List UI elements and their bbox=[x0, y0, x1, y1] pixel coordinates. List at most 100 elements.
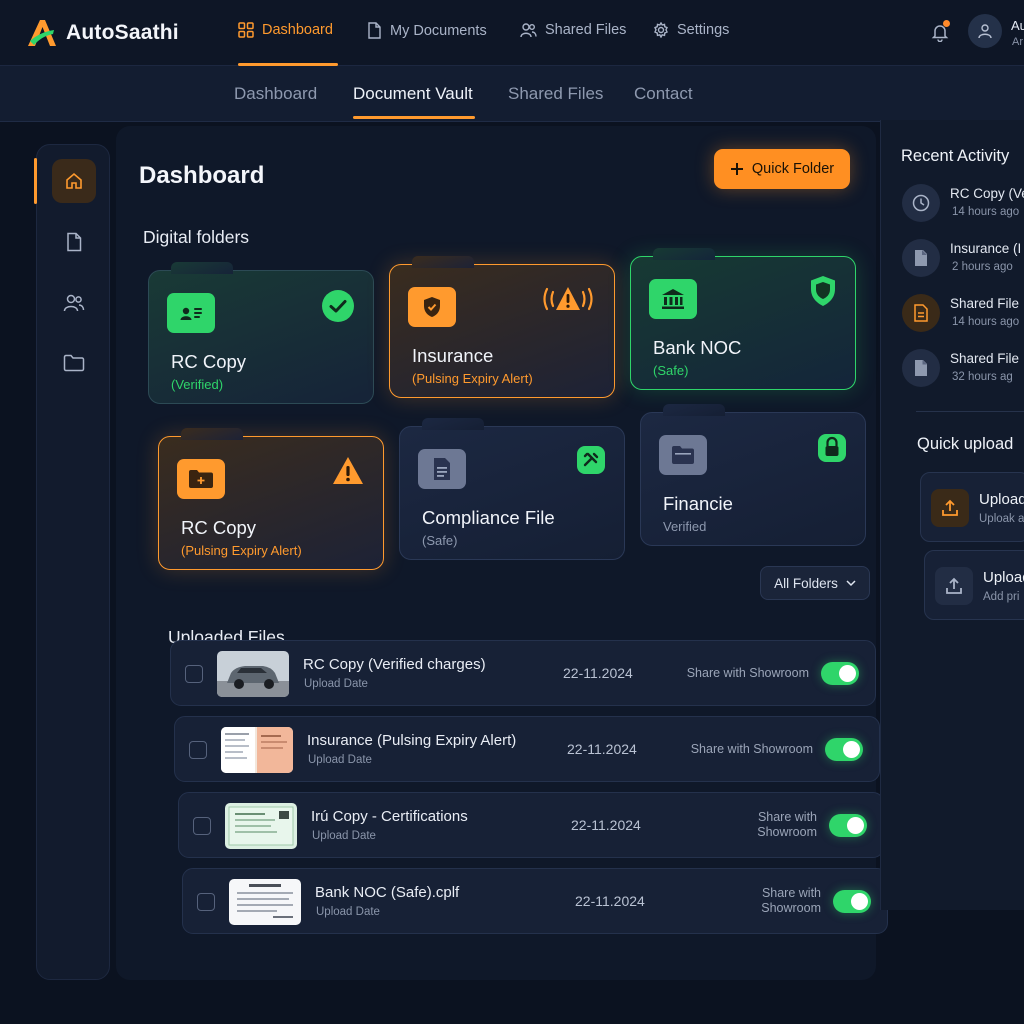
upload-subtitle: Uploak a bbox=[979, 513, 1024, 525]
table-row[interactable]: Bank NOC (Safe).cplf Upload Date 22-11.2… bbox=[182, 868, 888, 934]
row-checkbox[interactable] bbox=[185, 665, 203, 683]
file-date: 22-11.2024 bbox=[575, 893, 645, 909]
tools-icon bbox=[576, 445, 606, 475]
folder-card-financie[interactable]: Financie Verified bbox=[640, 404, 866, 546]
topnav-shared-files[interactable]: Shared Files bbox=[520, 22, 626, 38]
app-name: AutoSaathi bbox=[66, 21, 179, 44]
activity-title: Insurance (I bbox=[950, 241, 1022, 256]
topnav-label: Dashboard bbox=[262, 22, 333, 38]
all-folders-dropdown[interactable]: All Folders bbox=[760, 566, 870, 600]
avatar[interactable] bbox=[968, 14, 1002, 48]
upload-title: Upload bbox=[979, 491, 1024, 508]
file-name: Insurance (Pulsing Expiry Alert) bbox=[307, 732, 517, 749]
rail-documents-button[interactable] bbox=[52, 220, 96, 264]
folder-plus-icon bbox=[177, 459, 225, 499]
activity-item[interactable]: Insurance (I 2 hours ago bbox=[902, 237, 1024, 281]
dropdown-selected-value: All Folders bbox=[774, 575, 838, 591]
activity-time: 32 hours ag bbox=[952, 371, 1013, 383]
quick-folder-button[interactable]: Quick Folder bbox=[714, 149, 850, 189]
folder-card-rc-copy[interactable]: RC Copy (Verified) bbox=[148, 262, 374, 404]
share-label: Share with Showroom bbox=[690, 742, 813, 756]
side-rail bbox=[36, 144, 110, 980]
rail-users-button[interactable] bbox=[52, 281, 96, 325]
file-name: RC Copy (Verified charges) bbox=[303, 656, 486, 673]
notification-dot bbox=[943, 20, 950, 27]
folder-tab bbox=[412, 256, 474, 268]
top-navigation: AutoSaathi Dashboard My Documents Shared… bbox=[0, 0, 1024, 66]
upload-add-card[interactable]: Upload Add pri bbox=[924, 550, 1024, 620]
file-upload-date-label: Upload Date bbox=[316, 906, 380, 918]
folder-card-bank-noc[interactable]: Bank NOC (Safe) bbox=[630, 248, 856, 390]
app-logo[interactable]: AutoSaathi bbox=[26, 18, 179, 48]
tab-document-vault[interactable]: Document Vault bbox=[353, 84, 473, 104]
file-upload-date-label: Upload Date bbox=[304, 678, 368, 690]
toggle-knob bbox=[847, 817, 864, 834]
share-label: Share with Showroom bbox=[761, 886, 821, 915]
folder-card-rc-copy-alert[interactable]: RC Copy (Pulsing Expiry Alert) bbox=[158, 428, 384, 570]
upload-document-card[interactable]: Upload Uploak a bbox=[920, 472, 1024, 542]
row-checkbox[interactable] bbox=[197, 893, 215, 911]
topnav-label: Settings bbox=[677, 22, 730, 38]
divider bbox=[916, 411, 1024, 412]
folder-name: RC Copy bbox=[181, 517, 257, 538]
noc-document-thumbnail bbox=[229, 879, 301, 925]
tab-shared-files[interactable]: Shared Files bbox=[508, 84, 603, 104]
file-date: 22-11.2024 bbox=[563, 665, 633, 681]
user-role: Ar bbox=[1012, 36, 1023, 48]
topnav-label: My Documents bbox=[390, 22, 487, 39]
user-name: Au bbox=[1011, 18, 1024, 33]
user-icon bbox=[977, 23, 993, 39]
rail-home-button[interactable] bbox=[52, 159, 96, 203]
folder-name: Compliance File bbox=[422, 507, 555, 528]
upload-subtitle: Add pri bbox=[983, 591, 1020, 603]
chevron-down-icon bbox=[846, 579, 856, 587]
share-toggle[interactable] bbox=[821, 662, 859, 685]
table-row[interactable]: RC Copy (Verified charges) Upload Date 2… bbox=[170, 640, 876, 706]
row-checkbox[interactable] bbox=[189, 741, 207, 759]
warning-icon bbox=[331, 455, 365, 487]
share-toggle[interactable] bbox=[825, 738, 863, 761]
activity-item[interactable]: Shared File 14 hours ago bbox=[902, 292, 1024, 336]
table-row[interactable]: Insurance (Pulsing Expiry Alert) Upload … bbox=[174, 716, 880, 782]
folder-name: Financie bbox=[663, 493, 733, 514]
folder-icon bbox=[659, 435, 707, 475]
folder-tab bbox=[663, 404, 725, 416]
folder-card-compliance-file[interactable]: Compliance File (Safe) bbox=[399, 418, 625, 560]
share-toggle[interactable] bbox=[833, 890, 871, 913]
upload-title: Upload bbox=[983, 569, 1024, 586]
toggle-knob bbox=[843, 741, 860, 758]
folder-card-insurance[interactable]: Insurance (Pulsing Expiry Alert) bbox=[389, 256, 615, 398]
row-checkbox[interactable] bbox=[193, 817, 211, 835]
rail-folders-button[interactable] bbox=[52, 341, 96, 385]
upload-icon bbox=[935, 567, 973, 605]
tab-contact[interactable]: Contact bbox=[634, 84, 693, 104]
table-row[interactable]: Irú Copy - Certifications Upload Date 22… bbox=[178, 792, 884, 858]
id-card-folder-icon bbox=[167, 293, 215, 333]
file-date: 22-11.2024 bbox=[571, 817, 641, 833]
recent-activity-title: Recent Activity bbox=[901, 147, 1010, 165]
gear-icon bbox=[653, 22, 669, 38]
topnav-settings[interactable]: Settings bbox=[653, 22, 729, 38]
activity-time: 14 hours ago bbox=[952, 316, 1020, 328]
share-label: Share with Showroom bbox=[757, 810, 817, 839]
document-icon bbox=[367, 22, 382, 39]
topnav-dashboard[interactable]: Dashboard bbox=[238, 22, 333, 38]
shield-folder-icon bbox=[408, 287, 456, 327]
activity-title: Shared File bbox=[950, 351, 1020, 366]
folder-name: RC Copy bbox=[171, 351, 247, 372]
folder-status: (Safe) bbox=[422, 533, 458, 548]
folder-tab bbox=[653, 248, 715, 260]
activity-item[interactable]: RC Copy (Ve 14 hours ago bbox=[902, 182, 1024, 226]
activity-title: Shared File bbox=[950, 296, 1020, 311]
folder-status: (Pulsing Expiry Alert) bbox=[412, 371, 533, 386]
insurance-document-thumbnail bbox=[221, 727, 293, 773]
autosaathi-logo-icon bbox=[26, 18, 58, 48]
tab-dashboard[interactable]: Dashboard bbox=[234, 84, 317, 104]
activity-item[interactable]: Shared File 32 hours ag bbox=[902, 347, 1024, 391]
folder-tab bbox=[181, 428, 243, 440]
activity-time: 2 hours ago bbox=[952, 261, 1013, 273]
upload-icon bbox=[931, 489, 969, 527]
share-toggle[interactable] bbox=[829, 814, 867, 837]
topnav-my-documents[interactable]: My Documents bbox=[367, 22, 487, 39]
users-icon bbox=[63, 293, 85, 313]
